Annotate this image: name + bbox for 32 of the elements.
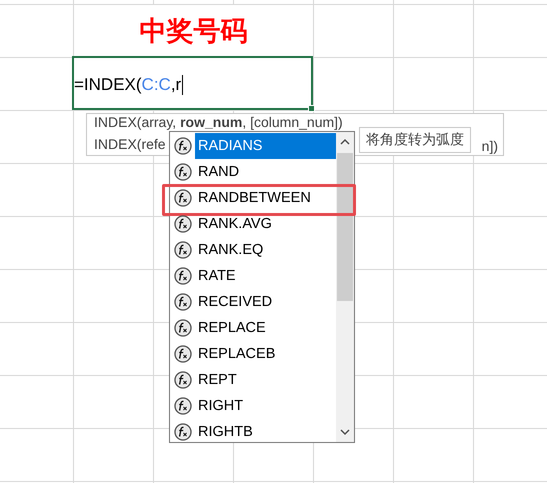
function-item[interactable]: REPLACE xyxy=(195,315,336,341)
function-item[interactable]: RANK.EQ xyxy=(195,237,336,263)
function-icon xyxy=(174,423,192,441)
function-item[interactable]: RAND xyxy=(195,159,336,185)
function-icon xyxy=(174,267,192,285)
function-icon xyxy=(174,215,192,233)
signature-line: INDEX(refe xyxy=(94,136,166,152)
function-icon xyxy=(174,319,192,337)
function-icon xyxy=(174,397,192,415)
function-icon xyxy=(174,241,192,259)
function-icon xyxy=(174,163,192,181)
description-tooltip: 将角度转为弧度 xyxy=(359,127,471,153)
scrollbar[interactable] xyxy=(336,132,354,442)
function-item[interactable]: RIGHT xyxy=(195,393,336,419)
function-item[interactable]: REPLACEB xyxy=(195,341,336,367)
function-icon xyxy=(174,345,192,363)
scroll-up-icon[interactable] xyxy=(340,138,350,146)
signature-line-end: n]) xyxy=(482,137,498,156)
function-item[interactable]: RANK.AVG xyxy=(195,211,336,237)
function-item[interactable]: REPT xyxy=(195,367,336,393)
scroll-down-icon[interactable] xyxy=(340,428,350,436)
formula-cell[interactable]: =INDEX(C:C,r xyxy=(72,56,313,110)
function-icon xyxy=(174,293,192,311)
function-item[interactable]: RECEIVED xyxy=(195,289,336,315)
function-item[interactable]: RADIANS xyxy=(195,133,336,159)
function-icon xyxy=(174,189,192,207)
function-item[interactable]: RIGHTB xyxy=(195,419,336,445)
function-icon xyxy=(174,137,192,155)
function-item[interactable]: RANDBETWEEN xyxy=(195,185,336,211)
function-item[interactable]: RATE xyxy=(195,263,336,289)
function-icon xyxy=(174,371,192,389)
signature-line: INDEX(array, row_num, [column_num]) xyxy=(94,114,344,131)
